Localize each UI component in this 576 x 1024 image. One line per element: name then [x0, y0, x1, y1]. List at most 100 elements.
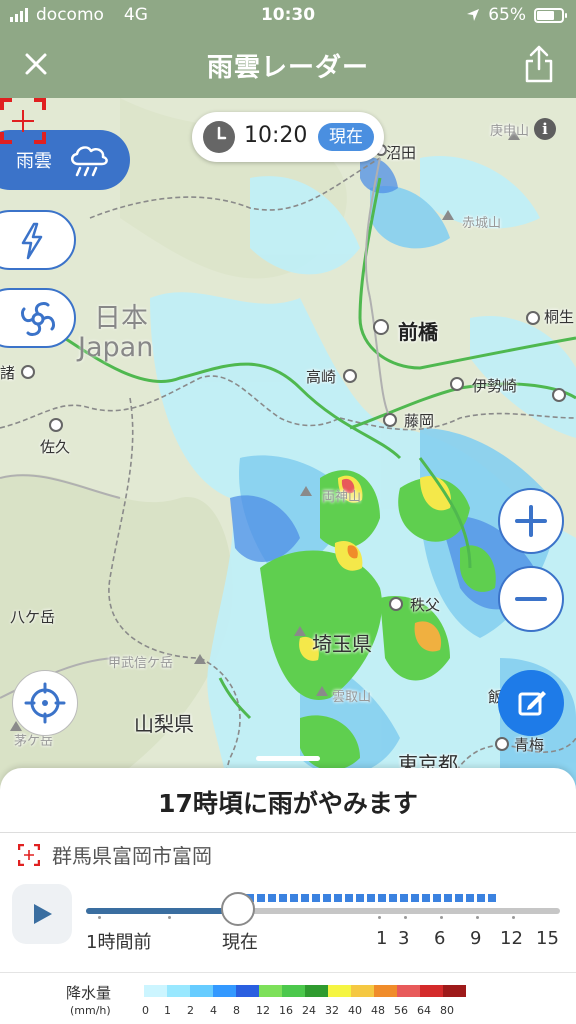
forecast-rain-indicator	[246, 894, 496, 902]
edit-icon	[518, 691, 546, 716]
forecast-rain-block	[257, 894, 265, 902]
timeline-dot	[404, 916, 407, 919]
timeline-handle[interactable]	[220, 892, 255, 926]
forecast-rain-block	[279, 894, 287, 902]
forecast-rain-block	[367, 894, 375, 902]
legend-value: 12	[256, 1004, 270, 1017]
legend-swatch	[144, 985, 167, 997]
timeline-dot	[98, 916, 101, 919]
location-name: 群馬県富岡市富岡	[52, 844, 212, 868]
legend-value: 4	[210, 1004, 217, 1017]
forecast-rain-block	[301, 894, 309, 902]
forecast-rain-block	[356, 894, 364, 902]
timeline-dot	[512, 916, 515, 919]
map-label-ome: 青梅	[514, 736, 545, 754]
map-label-japan: Japan	[78, 332, 154, 363]
legend-swatch	[190, 985, 213, 997]
timeline-dot	[378, 916, 381, 919]
map-label-fujioka: 藤岡	[404, 412, 435, 430]
timeline-tick-label: 9	[470, 928, 482, 949]
legend-value: 0	[142, 1004, 149, 1017]
forecast-rain-block	[345, 894, 353, 902]
map-label-kosha: 庚申山	[490, 124, 530, 139]
battery-icon	[534, 7, 567, 23]
sheet-grabber[interactable]	[256, 756, 320, 761]
typhoon-icon	[20, 301, 56, 337]
legend-swatch	[420, 985, 443, 997]
forecast-rain-block	[389, 894, 397, 902]
forecast-rain-block	[455, 894, 463, 902]
legend-value: 56	[394, 1004, 408, 1017]
forecast-rain-block	[312, 894, 320, 902]
edit-button[interactable]	[498, 670, 564, 736]
map-label-takasaki: 高崎	[306, 368, 337, 386]
timeline-slider[interactable]	[86, 908, 560, 914]
legend-value: 64	[417, 1004, 431, 1017]
legend-value: 2	[187, 1004, 194, 1017]
legend-value: 1	[164, 1004, 171, 1017]
timeline-dot	[168, 916, 171, 919]
time-indicator[interactable]: 10:20 現在	[192, 112, 384, 162]
legend-color-bar	[144, 985, 466, 997]
map-label-nihon: 日本	[94, 303, 148, 334]
legend-swatch	[167, 985, 190, 997]
share-icon[interactable]	[522, 44, 556, 84]
timeline-dot	[476, 916, 479, 919]
forecast-rain-block	[488, 894, 496, 902]
current-location-button[interactable]	[12, 670, 78, 736]
timeline-tick-label: 3	[398, 928, 410, 949]
legend-swatch	[328, 985, 351, 997]
timeline-tick-label: 15	[536, 928, 559, 949]
location-marker-icon	[0, 98, 46, 144]
battery-percent: 65%	[488, 5, 526, 25]
forecast-rain-block	[268, 894, 276, 902]
legend-swatch	[397, 985, 420, 997]
map-label-saitama: 埼玉県	[312, 632, 372, 656]
locate-icon	[24, 682, 66, 724]
timeline-progress	[86, 908, 238, 914]
timeline-tick-label: 6	[434, 928, 446, 949]
map-label-kobushigatake: 甲武信ケ岳	[108, 656, 174, 671]
timeline-tick-label: 1	[376, 928, 388, 949]
timeline-tick-label: 現在	[222, 932, 258, 953]
map-label-isesaki: 伊勢崎	[472, 377, 518, 395]
legend-swatch	[236, 985, 259, 997]
info-icon[interactable]: i	[534, 118, 556, 140]
legend-swatch	[443, 985, 466, 997]
legend-swatch	[351, 985, 374, 997]
app-header: 雨雲レーダー	[0, 32, 576, 98]
timeline-dot	[440, 916, 443, 919]
legend-unit: (mm/h)	[70, 1004, 111, 1017]
timeline-tick-label: 12	[500, 928, 523, 949]
legend-value: 48	[371, 1004, 385, 1017]
location-row[interactable]: 群馬県富岡市富岡	[18, 840, 212, 869]
forecast-rain-block	[422, 894, 430, 902]
zoom-in-button[interactable]	[498, 488, 564, 554]
play-icon	[34, 904, 52, 924]
legend-value: 16	[279, 1004, 293, 1017]
legend-swatch	[213, 985, 236, 997]
radar-map[interactable]: 沼田 庚申山 赤城山 前橋 桐生 高崎 伊勢崎 藤岡 諸 佐久 日本 Japan…	[0, 98, 576, 798]
map-label-numata: 沼田	[386, 144, 417, 162]
forecast-rain-block	[477, 894, 485, 902]
map-label-akagi: 赤城山	[462, 216, 502, 231]
map-label-saku: 佐久	[40, 438, 71, 456]
legend-title: 降水量	[66, 984, 112, 1002]
legend-value: 8	[233, 1004, 240, 1017]
layer-lightning-button[interactable]	[0, 210, 76, 270]
legend-value: 32	[325, 1004, 339, 1017]
radar-time: 10:20	[244, 123, 308, 148]
zoom-out-button[interactable]	[498, 566, 564, 632]
forecast-rain-block	[433, 894, 441, 902]
layer-typhoon-button[interactable]	[0, 288, 76, 348]
status-right: 65%	[466, 5, 567, 25]
forecast-rain-block	[323, 894, 331, 902]
map-label-ryokami: 両神山	[322, 490, 362, 505]
forecast-rain-block	[411, 894, 419, 902]
layer-rain-label: 雨雲	[16, 151, 52, 172]
map-label-kiryu: 桐生	[544, 308, 575, 326]
legend-value: 24	[302, 1004, 316, 1017]
play-button[interactable]	[12, 884, 72, 944]
divider	[0, 832, 576, 833]
forecast-rain-block	[444, 894, 452, 902]
